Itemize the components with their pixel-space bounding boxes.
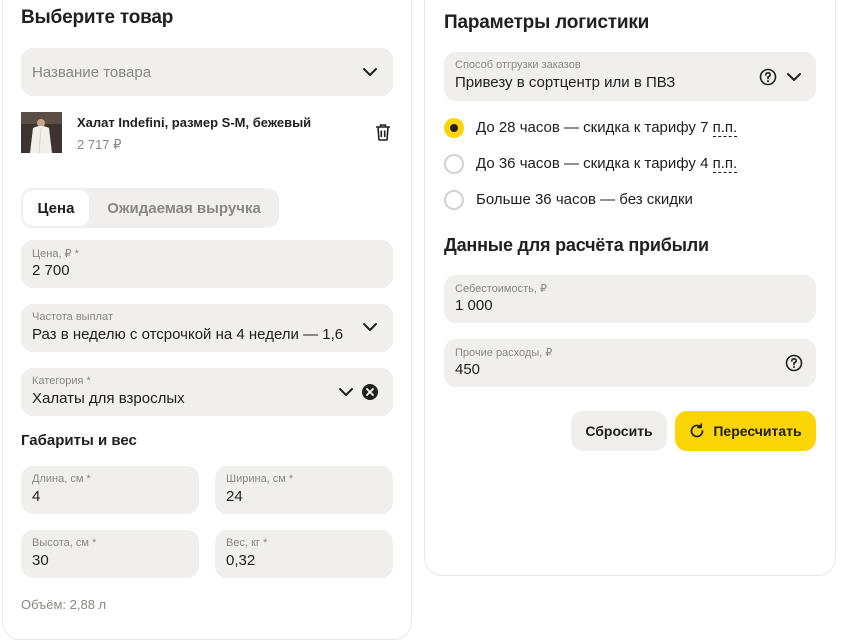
payout-frequency-label: Частота выплат [32,311,113,323]
category-select[interactable]: Категория * Халаты для взрослых [21,368,393,416]
product-select-placeholder: Название товара [32,64,152,81]
chevron-down-icon [787,73,801,81]
help-icon[interactable] [785,354,803,372]
clear-icon[interactable] [361,383,379,401]
radio-option-over-36h-text: Больше 36 часов — без скидки [476,191,693,208]
length-value: 4 [32,488,41,505]
logistics-title: Параметры логистики [444,12,650,33]
dimensions-title: Габариты и вес [21,432,137,449]
other-expenses-value: 450 [455,361,481,378]
height-value: 30 [32,552,49,569]
radio-option-over-36h-label[interactable]: Больше 36 часов — без скидки [476,191,693,208]
product-section-title: Выберите товар [21,7,174,28]
length-label: Длина, см * [32,473,91,485]
radio-option-over-36h[interactable] [444,190,464,210]
tab-price[interactable]: Цена [23,190,89,226]
radio-option-28h-text: До 28 часов — скидка к тарифу 7 [476,119,713,136]
recalculate-button[interactable]: Пересчитать [675,411,816,451]
profit-section-title: Данные для расчёта прибыли [444,235,709,255]
price-field-value: 2 700 [32,262,70,279]
price-mode-tabs: Цена Ожидаемая выручка [21,188,279,228]
help-icon[interactable] [759,68,777,86]
radio-option-28h-unit: п.п. [712,119,738,137]
shipping-method-value: Привезу в сортцентр или в ПВЗ [455,74,676,91]
shipping-method-select[interactable]: Способ отгрузки заказов Привезу в сортце… [444,52,816,101]
product-thumbnail [21,112,62,153]
payout-frequency-value: Раз в неделю с отсрочкой на 4 недели — 1… [32,326,344,343]
product-select[interactable]: Название товара [21,48,393,96]
width-value: 24 [226,488,243,505]
volume-text: Объём: 2,88 л [21,597,107,612]
chevron-down-icon[interactable] [338,384,354,400]
height-label: Высота, см * [32,537,97,549]
cost-label: Себестоимость, ₽ [455,283,547,295]
category-label: Категория * [32,375,91,387]
cost-value: 1 000 [455,297,493,314]
height-field[interactable]: Высота, см * 30 [21,530,199,578]
price-field-label: Цена, ₽ * [32,248,79,260]
recalculate-button-label: Пересчитать [713,423,802,439]
trash-icon[interactable] [374,123,392,142]
radio-option-36h[interactable] [444,154,464,174]
width-label: Ширина, см * [226,473,294,485]
radio-option-28h[interactable] [444,118,464,138]
chevron-down-icon [363,68,377,76]
chevron-down-icon [363,323,377,331]
radio-option-36h-text: До 36 часов — скидка к тарифу 4 [476,155,713,172]
product-name: Халат Indefini, размер S-M, бежевый [77,115,312,130]
weight-label: Вес, кг * [226,537,268,549]
tab-expected-revenue[interactable]: Ожидаемая выручка [91,190,277,226]
weight-field[interactable]: Вес, кг * 0,32 [215,530,393,578]
shipping-method-label: Способ отгрузки заказов [455,59,581,71]
radio-option-28h-label[interactable]: До 28 часов — скидка к тарифу 7 п.п. [476,119,738,137]
length-field[interactable]: Длина, см * 4 [21,466,199,514]
radio-option-36h-unit: п.п. [712,155,738,173]
other-expenses-label: Прочие расходы, ₽ [455,347,553,359]
reset-button-label: Сбросить [585,423,653,439]
refresh-icon [691,423,704,438]
product-price: 2 717 ₽ [77,137,122,152]
radio-option-36h-label[interactable]: До 36 часов — скидка к тарифу 4 п.п. [476,155,738,173]
payout-frequency-select[interactable]: Частота выплат Раз в неделю с отсрочкой … [21,304,393,352]
weight-value: 0,32 [226,552,256,569]
reset-button[interactable]: Сбросить [571,411,667,451]
cost-field[interactable]: Себестоимость, ₽ 1 000 [444,275,816,323]
category-value: Халаты для взрослых [32,390,185,407]
price-field[interactable]: Цена, ₽ * 2 700 [21,240,393,288]
other-expenses-field[interactable]: Прочие расходы, ₽ 450 [444,339,816,387]
width-field[interactable]: Ширина, см * 24 [215,466,393,514]
